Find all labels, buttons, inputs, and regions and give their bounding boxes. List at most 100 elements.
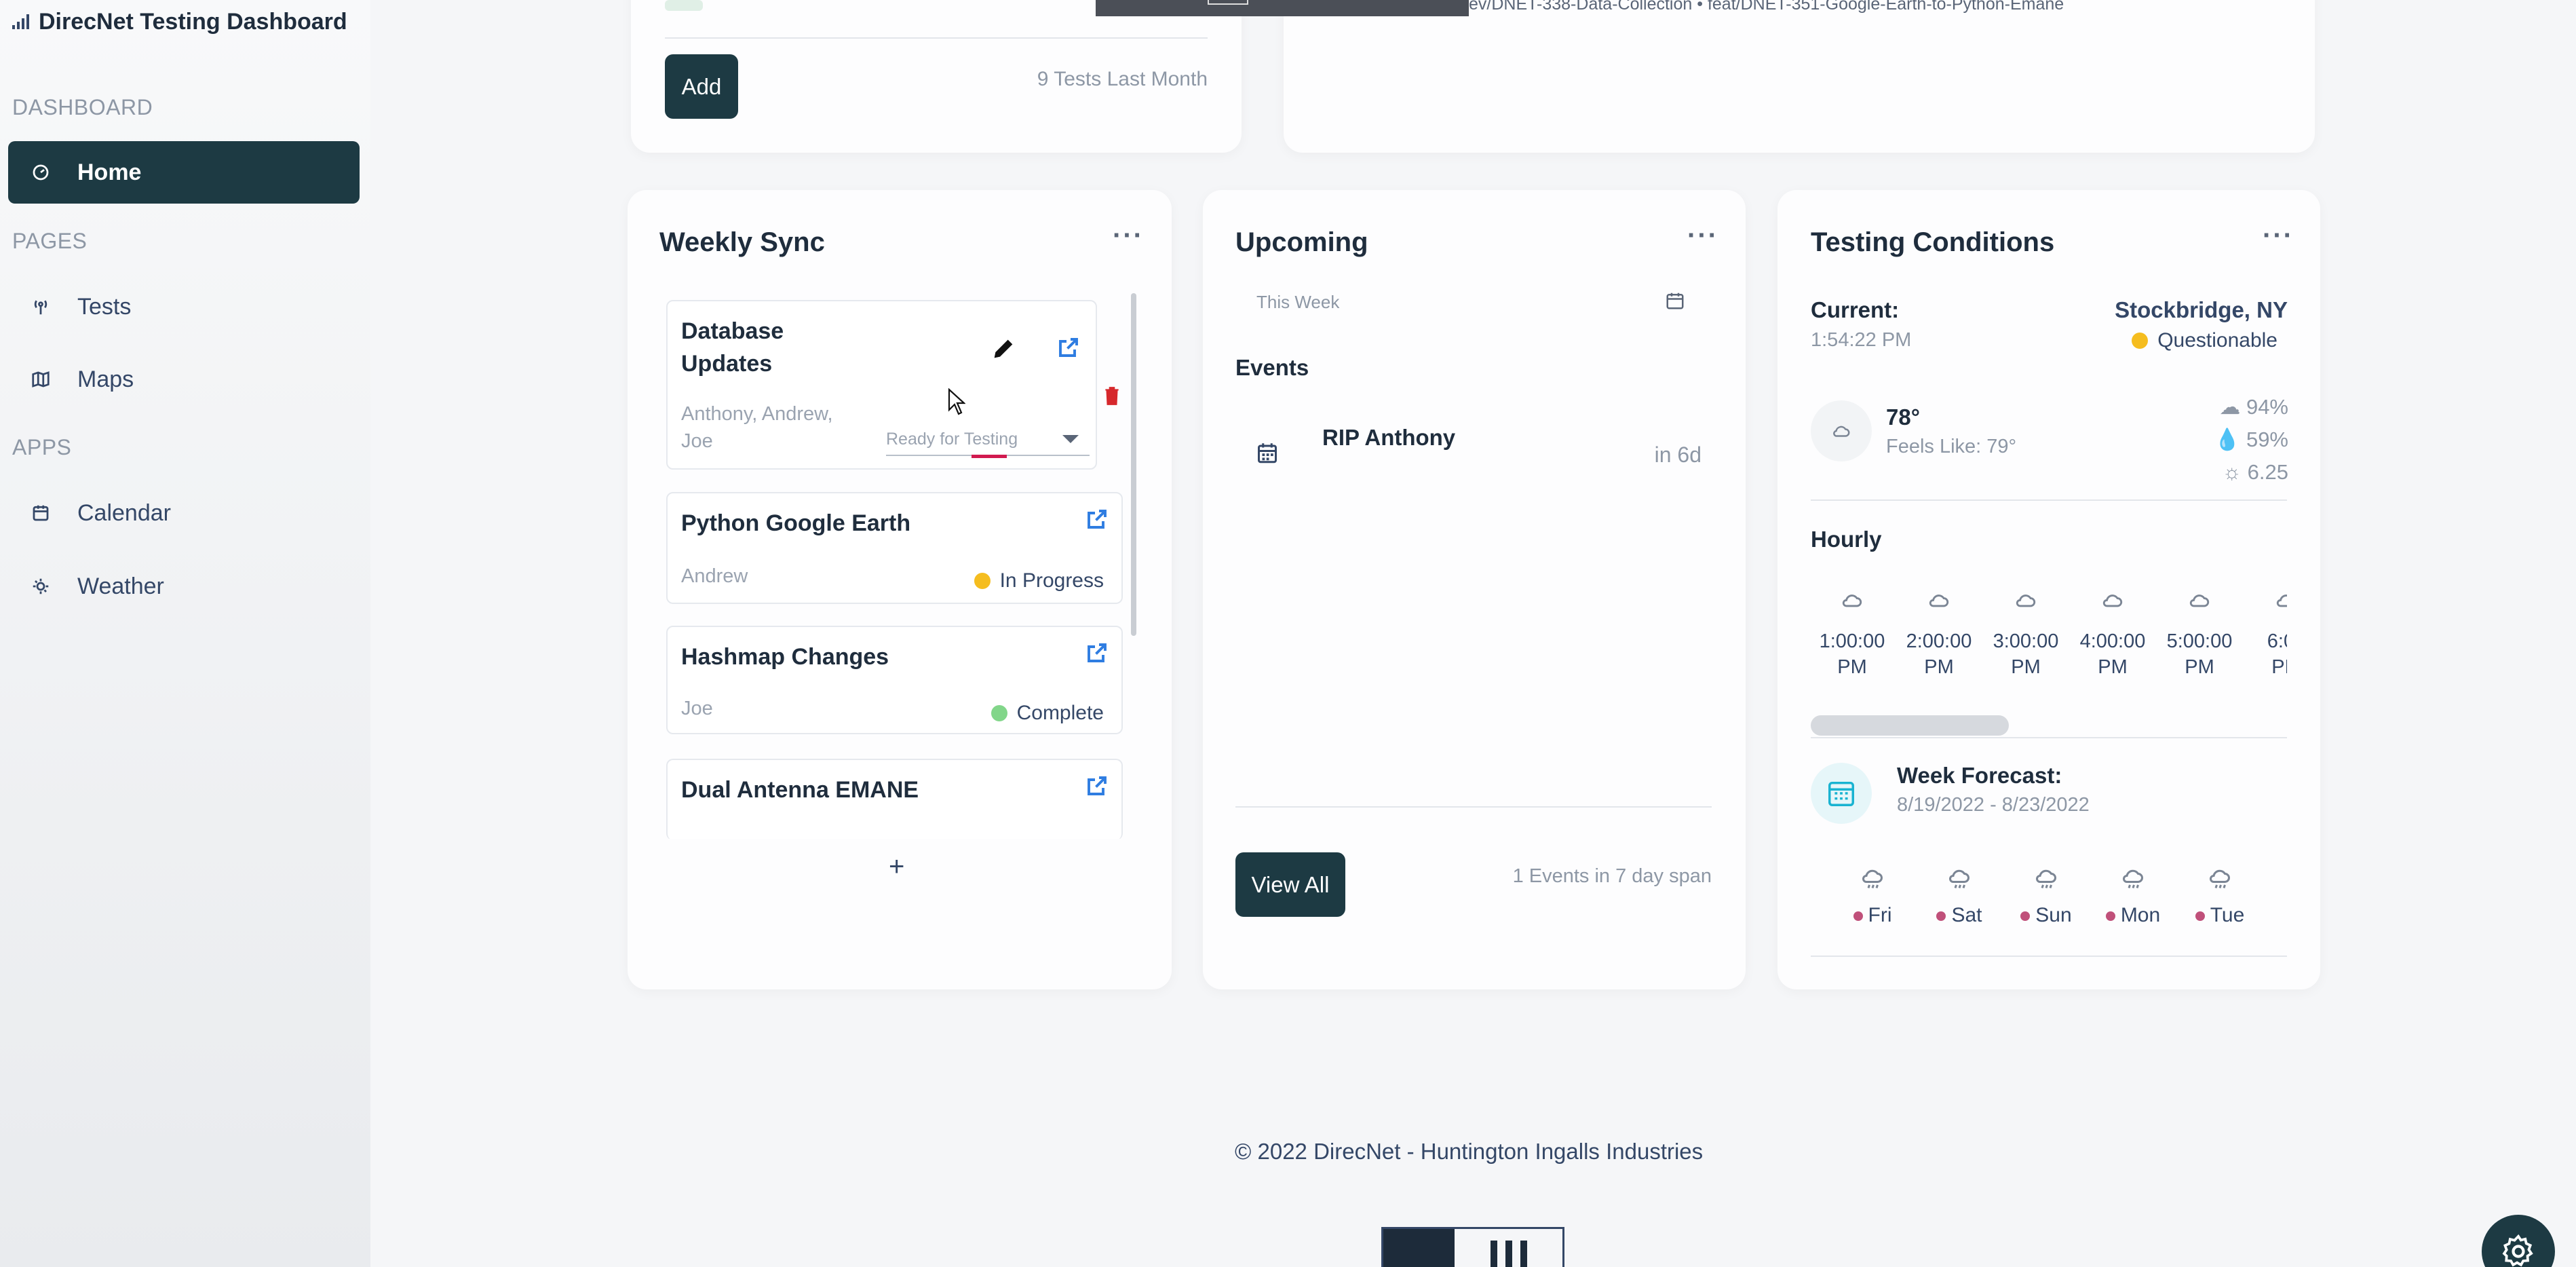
app-title: DirecNet Testing Dashboard (39, 8, 347, 35)
current-time: 1:54:22 PM (1811, 329, 1912, 351)
antenna-icon (28, 295, 53, 319)
sync-item-title: Dual Antenna EMANE (681, 777, 919, 803)
sidebar-item-label: Tests (77, 293, 132, 320)
section-label-dashboard: DASHBOARD (12, 95, 153, 119)
sidebar-item-calendar[interactable]: Calendar (8, 482, 360, 544)
divider (1235, 806, 1712, 808)
signal-icon (12, 14, 29, 29)
brand[interactable]: DirecNet Testing Dashboard (12, 8, 347, 35)
current-temp: 78° (1886, 404, 1920, 430)
upcoming-menu-button[interactable]: ··· (1687, 221, 1718, 251)
day-forecast-item: Tue (2179, 867, 2261, 927)
condition-badge: Questionable (2132, 329, 2277, 352)
add-sync-item-button[interactable]: + (889, 852, 904, 882)
view-all-button[interactable]: View All (1235, 852, 1345, 917)
location-name: Stockbridge, NY (2115, 297, 2288, 322)
tests-card: Add 9 Tests Last Month (631, 0, 1242, 153)
condition-dot (2132, 333, 2149, 349)
sync-item-hashmap-changes[interactable]: Hashmap Changes Joe Complete (666, 626, 1123, 734)
weekly-sync-title: Weekly Sync (659, 227, 825, 257)
hii-logo (1381, 1227, 1564, 1267)
cloud-cover-icon: ☁ (2219, 395, 2241, 419)
tests-last-month: 9 Tests Last Month (1037, 68, 1208, 90)
hour-item: 6:00PM (2245, 590, 2287, 680)
current-label: Current: (1811, 297, 1900, 322)
hourly-strip[interactable]: 1:00:00 PM 2:00:00 PM 3:00:00 PM 4:00:00 PM … (1811, 590, 2287, 699)
external-link-icon[interactable] (1085, 507, 1109, 531)
status-dot (991, 705, 1007, 721)
sidebar: DirecNet Testing Dashboard DASHBOARD Hom… (0, 0, 370, 1267)
sync-item-dual-antenna-emane[interactable]: Dual Antenna EMANE (666, 759, 1123, 840)
sidebar-item-tests[interactable]: Tests (8, 276, 360, 338)
hourly-scrollbar[interactable] (1811, 715, 2009, 736)
day-forecast-item: Sat (1919, 867, 2000, 927)
tests-bar-fragment (665, 0, 703, 11)
hour-item: 2:00:00 PM (1898, 590, 1980, 680)
select-focus-indicator (972, 455, 1007, 458)
calendar-icon (28, 501, 53, 525)
gear-icon (2502, 1234, 2533, 1267)
weekly-sync-scrollbar[interactable] (1131, 293, 1136, 636)
external-link-icon[interactable] (1056, 335, 1081, 360)
trash-icon[interactable] (1103, 385, 1121, 406)
weather-stats: ☁ 94% 💧 59% ☼ 6.25 (2214, 391, 2288, 489)
divider (665, 37, 1208, 39)
sidebar-item-label: Home (77, 159, 142, 185)
hour-item: 3:00:00 PM (1984, 590, 2067, 680)
divider (1811, 737, 2287, 738)
weather-icon (28, 574, 53, 599)
sync-item-database-updates[interactable]: Database Updates Anthony, Andrew, Joe Re… (666, 300, 1097, 470)
mouse-cursor-icon (948, 387, 966, 419)
cloud-icon (1811, 400, 1872, 461)
map-icon (28, 367, 53, 392)
event-item[interactable]: RIP Anthony in 6d (1235, 414, 1712, 495)
day-forecast-item: Fri (1832, 867, 1913, 927)
date-range-input[interactable]: This Week (1256, 292, 1339, 313)
external-link-icon[interactable] (1085, 641, 1109, 665)
hourly-label: Hourly (1811, 527, 1882, 552)
section-label-pages: PAGES (12, 229, 88, 253)
sidebar-item-maps[interactable]: Maps (8, 348, 360, 411)
events-summary: 1 Events in 7 day span (1512, 865, 1712, 887)
sidebar-item-weather[interactable]: Weather (8, 555, 360, 618)
calendar-event-icon (1257, 441, 1277, 464)
divider (1811, 956, 2287, 957)
feels-like: Feels Like: 79° (1886, 436, 2017, 457)
uv-stat: ☼ 6.25 (2222, 460, 2288, 484)
add-test-button[interactable]: Add (665, 54, 738, 119)
day-forecast-item: Mon (2092, 867, 2174, 927)
branch-list: ev/DNET-338-Data-Collection • feat/DNET-… (1469, 0, 2064, 14)
sidebar-item-label: Weather (77, 573, 164, 599)
sync-item-assignees: Andrew (681, 565, 748, 587)
sync-item-title: Python Google Earth (681, 510, 911, 536)
day-forecast-item: Sun (2005, 867, 2087, 927)
status-badge: Complete (991, 702, 1104, 725)
event-when: in 6d (1654, 442, 1702, 467)
events-heading: Events (1235, 355, 1309, 380)
testing-conditions-title: Testing Conditions (1811, 227, 2055, 257)
sync-item-assignees: Joe (681, 698, 713, 719)
week-range: 8/19/2022 - 8/23/2022 (1897, 794, 2090, 816)
external-link-icon[interactable] (1085, 774, 1109, 798)
sync-item-title: Hashmap Changes (681, 644, 889, 670)
status-badge: In Progress (974, 569, 1104, 592)
hour-item: 4:00:00 PM (2071, 590, 2154, 680)
section-label-apps: APPS (12, 435, 72, 459)
sidebar-item-label: Maps (77, 366, 134, 392)
status-dot (974, 573, 991, 589)
sync-item-title: Database Updates (681, 318, 784, 377)
week-forecast-label: Week Forecast: (1897, 763, 2062, 788)
sync-item-assignees: Anthony, Andrew, Joe (681, 403, 833, 452)
dashboard-icon (28, 160, 53, 185)
droplet-icon: 💧 (2214, 428, 2241, 451)
hour-item: 1:00:00 PM (1811, 590, 1893, 680)
sidebar-item-home[interactable]: Home (8, 141, 360, 204)
status-select[interactable]: Ready for Testing (886, 423, 1090, 456)
weekly-sync-menu-button[interactable]: ··· (1113, 221, 1144, 251)
settings-button[interactable] (2482, 1215, 2555, 1267)
testing-conditions-menu-button[interactable]: ··· (2263, 221, 2294, 251)
overlay-bar (1096, 0, 1469, 16)
sync-item-python-google-earth[interactable]: Python Google Earth Andrew In Progress (666, 492, 1123, 604)
calendar-icon[interactable] (1665, 290, 1685, 311)
edit-icon[interactable] (990, 335, 1017, 362)
